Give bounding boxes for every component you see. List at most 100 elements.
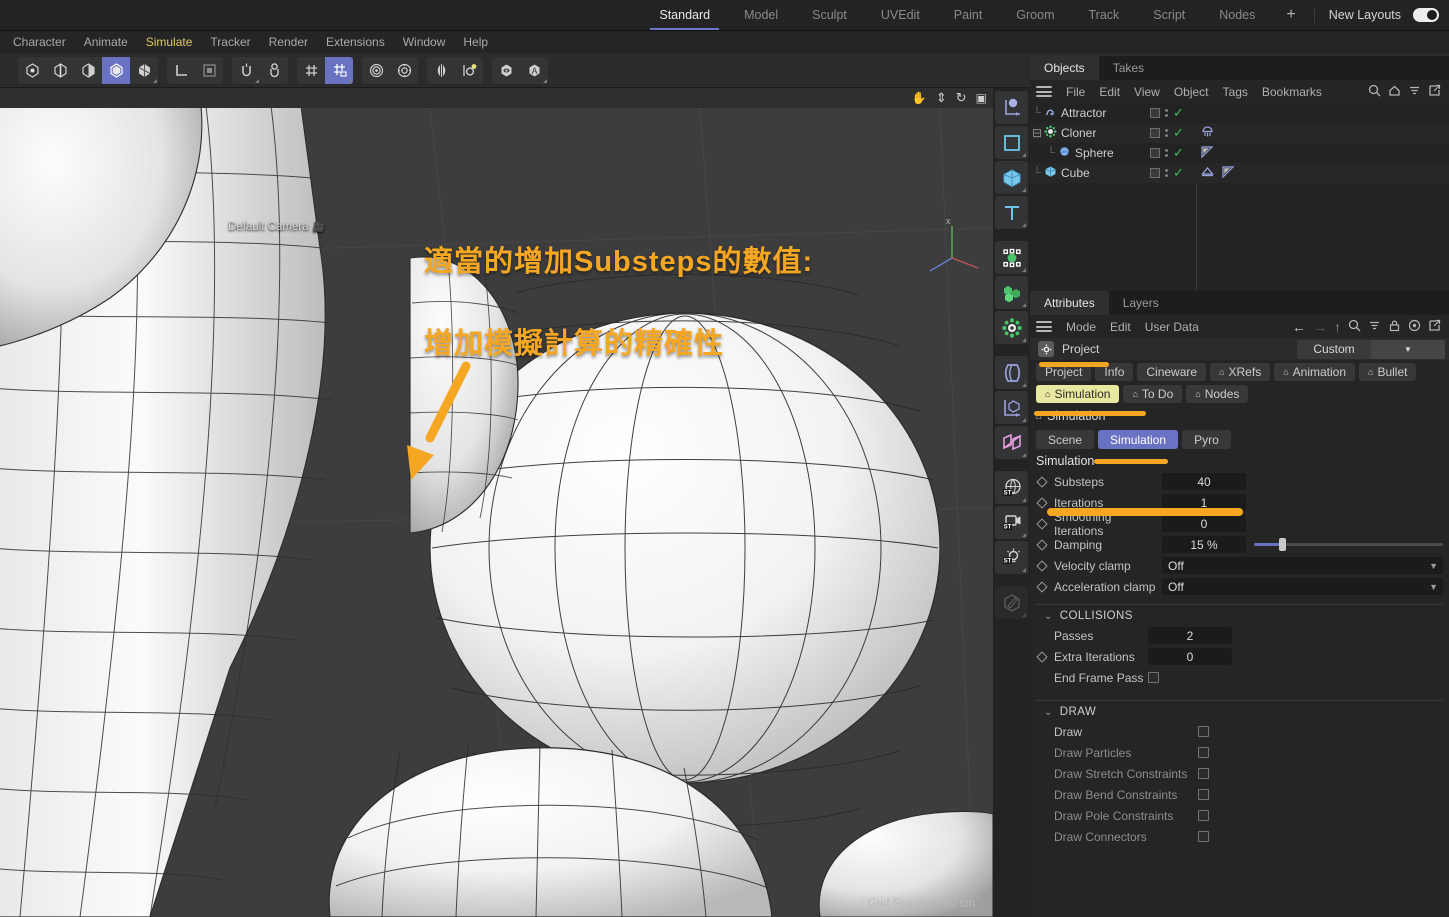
field-extra-iterations[interactable]: Extra Iterations 0 bbox=[1030, 646, 1449, 667]
layout-tab-standard[interactable]: Standard bbox=[642, 0, 727, 30]
attributes-menu-mode[interactable]: Mode bbox=[1059, 320, 1103, 334]
menu-item-render[interactable]: Render bbox=[260, 35, 317, 49]
up-arrow-icon[interactable]: ↑ bbox=[1334, 319, 1341, 335]
layout-tab-nodes[interactable]: Nodes bbox=[1202, 0, 1272, 30]
field-substeps[interactable]: Substeps 40 bbox=[1030, 471, 1449, 492]
environment-icon[interactable]: ST bbox=[995, 471, 1028, 504]
visibility-dots[interactable] bbox=[1165, 129, 1168, 137]
workplane-lock-icon[interactable] bbox=[325, 56, 353, 84]
chip-simulation[interactable]: ⌂ Simulation bbox=[1036, 385, 1120, 403]
layout-tab-paint[interactable]: Paint bbox=[937, 0, 1000, 30]
text-spline-icon[interactable] bbox=[995, 196, 1028, 229]
tab-attributes[interactable]: Attributes bbox=[1030, 291, 1109, 315]
sculpt-brush-icon[interactable] bbox=[995, 586, 1028, 619]
visible-check-icon[interactable]: ✓ bbox=[1173, 165, 1184, 181]
field-draw-connectors[interactable]: Draw Connectors bbox=[1030, 826, 1449, 847]
tab-layers[interactable]: Layers bbox=[1109, 291, 1173, 315]
draw-pole-constraints-checkbox[interactable] bbox=[1198, 810, 1209, 821]
phong-tag-icon[interactable] bbox=[1221, 165, 1235, 182]
chip-animation[interactable]: ⌂ Animation bbox=[1274, 363, 1356, 381]
keyframe-diamond-icon[interactable] bbox=[1036, 538, 1048, 551]
menu-item-extensions[interactable]: Extensions bbox=[317, 35, 394, 49]
cube-primitive-icon[interactable] bbox=[995, 161, 1028, 194]
snap-icon[interactable] bbox=[232, 57, 260, 84]
substeps-input[interactable]: 40 bbox=[1162, 473, 1246, 490]
deformer-group-icon[interactable] bbox=[995, 241, 1028, 274]
attributes-menu-userdata[interactable]: User Data bbox=[1138, 320, 1206, 334]
layout-tab-uvedit[interactable]: UVEdit bbox=[864, 0, 937, 30]
stage-camera-icon[interactable]: ST bbox=[995, 506, 1028, 539]
draw-connectors-checkbox[interactable] bbox=[1198, 831, 1209, 842]
smoothing-iterations-input[interactable]: 0 bbox=[1162, 515, 1246, 532]
field-end-frame-pass[interactable]: End Frame Pass bbox=[1030, 667, 1449, 688]
objects-menu-object[interactable]: Object bbox=[1167, 85, 1216, 99]
forward-arrow-icon[interactable]: → bbox=[1313, 319, 1327, 335]
array-generator-icon[interactable] bbox=[995, 276, 1028, 309]
world-axis-icon[interactable] bbox=[167, 57, 195, 84]
target-icon[interactable] bbox=[1408, 319, 1421, 335]
preset-dropdown[interactable]: Custom ▼ bbox=[1297, 339, 1445, 359]
draw-stretch-constraints-checkbox[interactable] bbox=[1198, 768, 1209, 779]
null-object-icon[interactable] bbox=[995, 91, 1028, 124]
maximize-icon[interactable]: ▣ bbox=[976, 91, 987, 105]
chip-nodes[interactable]: ⌂ Nodes bbox=[1186, 385, 1249, 403]
hamburger-icon[interactable] bbox=[1036, 321, 1052, 332]
damping-input[interactable]: 15 % bbox=[1162, 536, 1246, 553]
enable-checkbox[interactable] bbox=[1150, 128, 1160, 138]
annotation-icon[interactable]: A bbox=[520, 57, 548, 84]
modeling-settings-icon[interactable] bbox=[455, 57, 483, 84]
end-frame-pass-checkbox[interactable] bbox=[1148, 672, 1159, 683]
objects-menu-bookmarks[interactable]: Bookmarks bbox=[1255, 85, 1329, 99]
simulation-tag-icon[interactable] bbox=[1200, 124, 1215, 142]
workplane-icon[interactable] bbox=[297, 57, 325, 84]
objects-menu-tags[interactable]: Tags bbox=[1216, 85, 1255, 99]
visible-check-icon[interactable]: ✓ bbox=[1173, 105, 1184, 121]
home-icon[interactable] bbox=[1388, 84, 1401, 100]
layout-tab-groom[interactable]: Groom bbox=[999, 0, 1071, 30]
edge-mode-icon[interactable] bbox=[46, 57, 74, 84]
subtab-scene[interactable]: Scene bbox=[1036, 430, 1095, 449]
menu-item-simulate[interactable]: Simulate bbox=[137, 35, 202, 49]
field-draw-pole-constraints[interactable]: Draw Pole Constraints bbox=[1030, 805, 1449, 826]
pan-icon[interactable]: ✋ bbox=[912, 91, 927, 105]
layout-tab-track[interactable]: Track bbox=[1072, 0, 1137, 30]
filter-icon[interactable] bbox=[1408, 84, 1421, 100]
layout-tab-script[interactable]: Script bbox=[1136, 0, 1202, 30]
slider-knob[interactable] bbox=[1278, 538, 1286, 551]
light-icon[interactable]: ST bbox=[995, 541, 1028, 574]
spline-rect-icon[interactable] bbox=[995, 126, 1028, 159]
new-layouts-button[interactable]: New Layouts bbox=[1319, 0, 1411, 30]
field-draw-stretch-constraints[interactable]: Draw Stretch Constraints bbox=[1030, 763, 1449, 784]
search-icon[interactable] bbox=[1348, 319, 1361, 335]
filter-icon[interactable] bbox=[1368, 319, 1381, 335]
polygon-mode-icon[interactable] bbox=[74, 57, 102, 84]
visibility-dots[interactable] bbox=[1165, 169, 1168, 177]
point-mode-icon[interactable] bbox=[18, 57, 46, 84]
snap-settings-icon[interactable] bbox=[260, 57, 288, 84]
viewport-canvas[interactable]: x Default Camera 🎥 適當的增加Substeps的數值: 增加模… bbox=[0, 108, 993, 917]
layout-tab-sculpt[interactable]: Sculpt bbox=[795, 0, 864, 30]
model-mode-icon[interactable] bbox=[102, 56, 130, 84]
objects-menu-view[interactable]: View bbox=[1127, 85, 1167, 99]
render-view-icon[interactable] bbox=[362, 57, 390, 84]
object-tree[interactable]: └ Attractor ✓ ⊟ Cloner ✓ └ Sphere ✓ └ Cu… bbox=[1030, 103, 1449, 291]
field-draw-particles[interactable]: Draw Particles bbox=[1030, 742, 1449, 763]
popout-icon[interactable] bbox=[1428, 84, 1441, 100]
dolly-icon[interactable]: ⇕ bbox=[936, 90, 947, 106]
passes-input[interactable]: 2 bbox=[1148, 627, 1232, 644]
layout-tab-model[interactable]: Model bbox=[727, 0, 795, 30]
add-layout-button[interactable]: + bbox=[1272, 0, 1309, 30]
acceleration-clamp-dropdown[interactable]: Off ▼ bbox=[1162, 578, 1443, 595]
menu-item-window[interactable]: Window bbox=[394, 35, 455, 49]
chip-todo[interactable]: ⌂ To Do bbox=[1123, 385, 1183, 403]
field-velocity-clamp[interactable]: Velocity clamp Off ▼ bbox=[1030, 555, 1449, 576]
field-icon[interactable] bbox=[995, 426, 1028, 459]
draw-bend-constraints-checkbox[interactable] bbox=[1198, 789, 1209, 800]
enable-checkbox[interactable] bbox=[1150, 168, 1160, 178]
objects-menu-edit[interactable]: Edit bbox=[1092, 85, 1127, 99]
objects-menu-file[interactable]: File bbox=[1059, 85, 1092, 99]
phong-tag-icon[interactable] bbox=[1200, 145, 1214, 162]
table-row[interactable]: └ Sphere ✓ bbox=[1030, 143, 1449, 163]
chip-cineware[interactable]: Cineware bbox=[1137, 363, 1207, 381]
visibility-dots[interactable] bbox=[1165, 149, 1168, 157]
